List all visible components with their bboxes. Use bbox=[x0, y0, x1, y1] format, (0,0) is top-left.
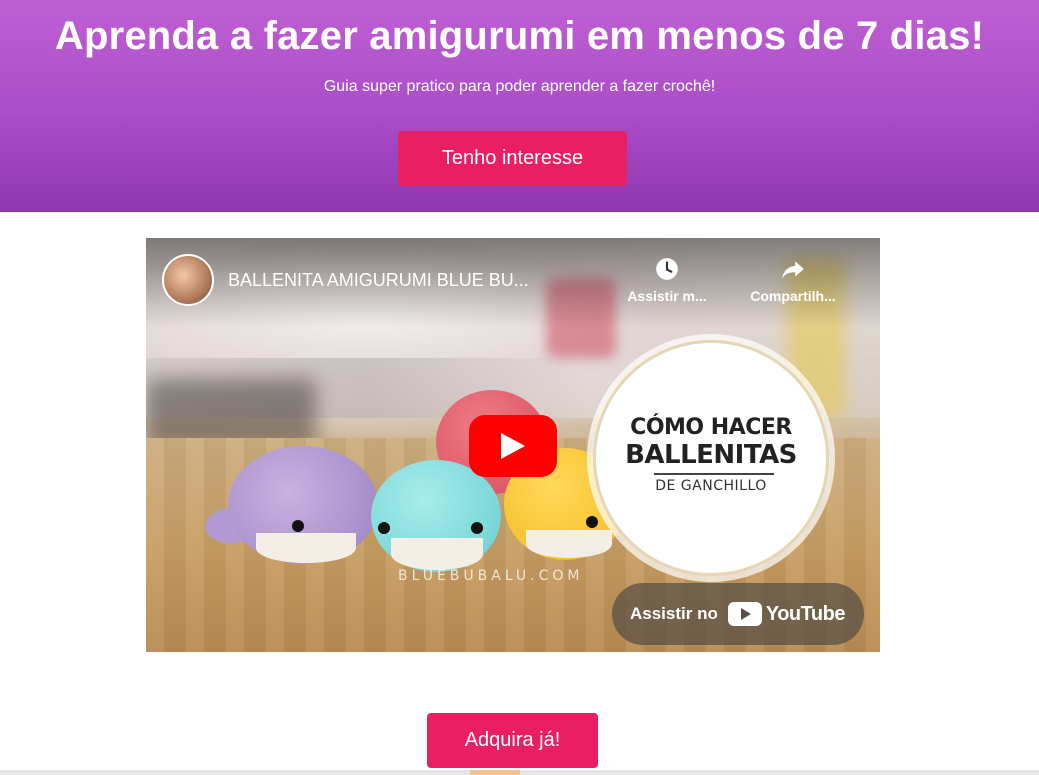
adquira-ja-button[interactable]: Adquira já! bbox=[427, 713, 598, 768]
scrollbar-thumb[interactable] bbox=[470, 770, 520, 775]
video-thumbnail-badge: CÓMO HACER BALLENITAS DE GANCHILLO bbox=[593, 340, 829, 576]
badge-line-1: CÓMO HACER bbox=[630, 415, 792, 440]
youtube-video-embed[interactable]: CÓMO HACER BALLENITAS DE GANCHILLO BLUEB… bbox=[146, 238, 880, 652]
tenho-interesse-button[interactable]: Tenho interesse bbox=[398, 131, 627, 186]
youtube-logo-icon: YouTube bbox=[727, 602, 846, 626]
play-button[interactable] bbox=[469, 415, 557, 477]
page-subtitle: Guia super pratico para poder aprender a… bbox=[323, 78, 716, 95]
video-title-link[interactable]: BALLENITA AMIGURUMI BLUE BU... bbox=[228, 270, 529, 291]
watch-later-label: Assistir m... bbox=[627, 288, 707, 304]
play-icon bbox=[501, 433, 525, 459]
share-icon bbox=[782, 261, 804, 279]
hero-banner: Aprenda a fazer amigurumi em menos de 7 … bbox=[0, 0, 1039, 212]
share-button[interactable]: Compartilh... bbox=[738, 256, 848, 304]
watch-on-label: Assistir no bbox=[630, 604, 718, 623]
channel-avatar[interactable] bbox=[162, 254, 214, 306]
badge-line-2: BALLENITAS bbox=[625, 440, 797, 470]
clock-icon bbox=[656, 258, 678, 280]
badge-line-3: DE GANCHILLO bbox=[655, 478, 767, 494]
watch-on-youtube-button[interactable]: Assistir no YouTube bbox=[612, 583, 864, 645]
page-title: Aprenda a fazer amigurumi em menos de 7 … bbox=[54, 14, 985, 58]
watch-later-button[interactable]: Assistir m... bbox=[612, 256, 722, 304]
bottom-scrollbar[interactable] bbox=[0, 770, 1039, 775]
video-watermark: BLUEBUBALU.COM bbox=[398, 568, 584, 584]
share-label: Compartilh... bbox=[750, 288, 836, 304]
youtube-wordmark: YouTube bbox=[765, 602, 846, 625]
